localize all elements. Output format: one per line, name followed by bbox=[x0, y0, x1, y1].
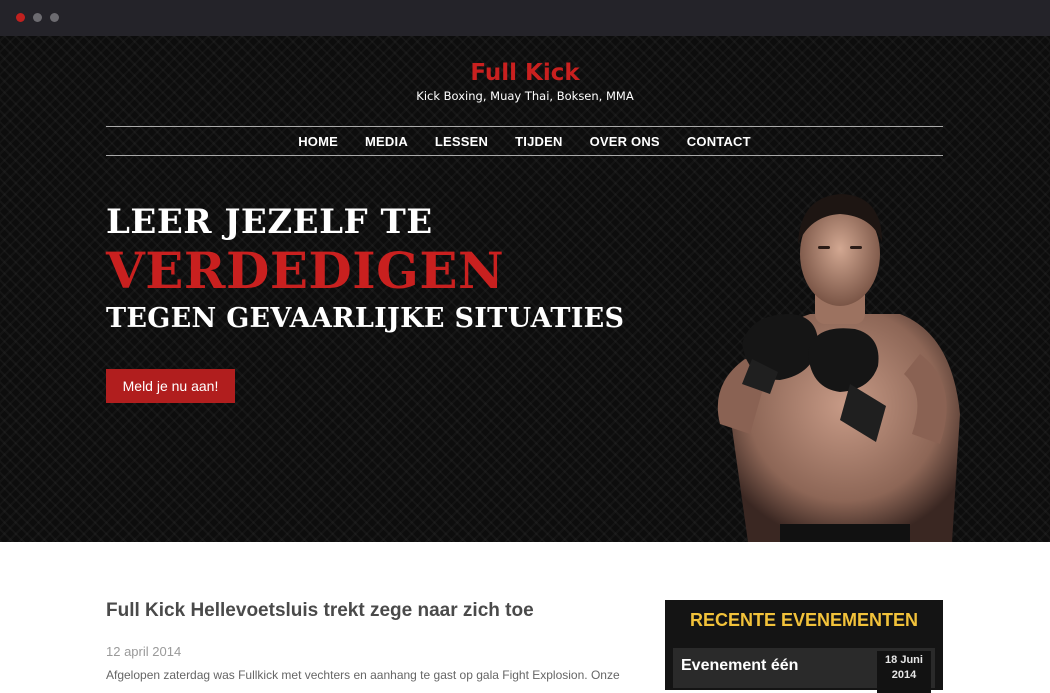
fighter-image bbox=[717, 194, 960, 542]
hero-headline-line-1: LEER JEZELF TE bbox=[106, 202, 433, 242]
nav-item-over-ons[interactable]: OVER ONS bbox=[590, 134, 660, 149]
post-excerpt: Afgelopen zaterdag was Fullkick met vech… bbox=[106, 668, 620, 682]
maximize-window-icon[interactable] bbox=[50, 13, 59, 22]
hero-headline-line-3: TEGEN GEVAARLIJKE SITUATIES bbox=[106, 303, 625, 334]
recent-events-widget: RECENTE EVENEMENTEN Evenement één 18 Jun… bbox=[665, 600, 943, 693]
nav-item-home[interactable]: HOME bbox=[298, 134, 338, 149]
signup-button[interactable]: Meld je nu aan! bbox=[106, 369, 235, 403]
events-title: RECENTE EVENEMENTEN bbox=[689, 610, 919, 630]
post-title[interactable]: Full Kick Hellevoetsluis trekt zege naar… bbox=[106, 600, 534, 622]
nav-item-contact[interactable]: CONTACT bbox=[687, 134, 751, 149]
close-window-icon[interactable] bbox=[16, 13, 25, 22]
hero-headline-line-2: VERDEDIGEN bbox=[106, 241, 505, 300]
event-date-badge: 18 Juni 2014 bbox=[877, 651, 931, 693]
hero-section: Full Kick Kick Boxing, Muay Thai, Boksen… bbox=[0, 36, 1050, 542]
event-date-day: 18 Juni bbox=[885, 654, 923, 666]
event-item[interactable]: Evenement één 18 Juni 2014 bbox=[673, 648, 935, 693]
site-tagline: Kick Boxing, Muay Thai, Boksen, MMA bbox=[416, 89, 634, 103]
event-name: Evenement één bbox=[681, 657, 799, 674]
browser-chrome bbox=[0, 0, 1050, 36]
post-date: 12 april 2014 bbox=[106, 644, 182, 659]
nav-item-lessen[interactable]: LESSEN bbox=[435, 134, 488, 149]
nav-item-media[interactable]: MEDIA bbox=[365, 134, 408, 149]
nav-item-tijden[interactable]: TIJDEN bbox=[515, 134, 562, 149]
site-title[interactable]: Full Kick bbox=[0, 60, 1050, 86]
main-nav: HOME MEDIA LESSEN TIJDEN OVER ONS CONTAC… bbox=[106, 126, 943, 156]
minimize-window-icon[interactable] bbox=[33, 13, 42, 22]
